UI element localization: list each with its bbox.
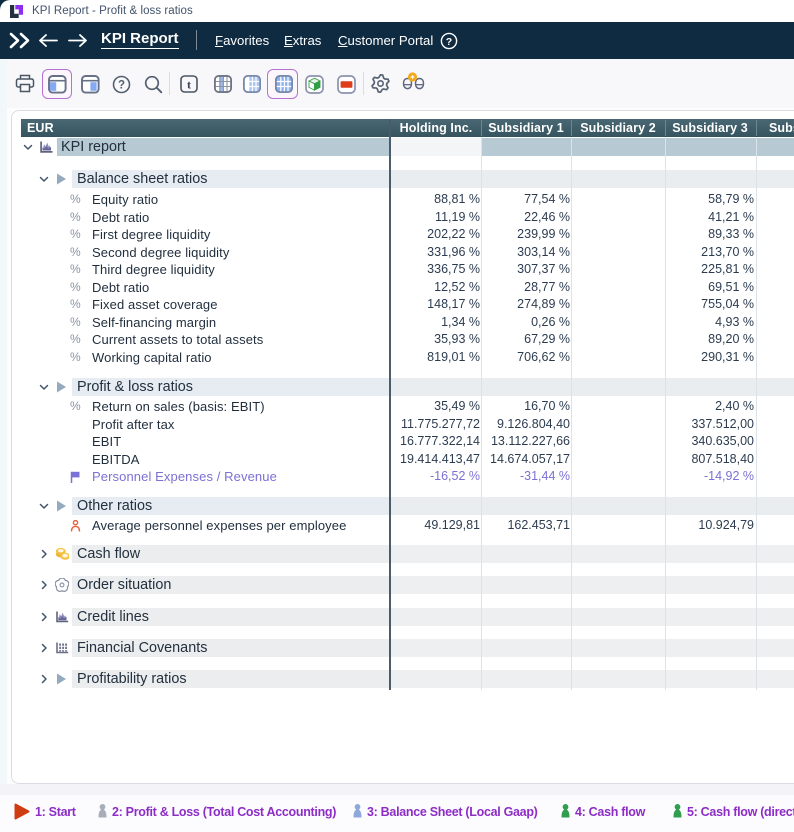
svg-text:t: t [187,77,191,91]
svg-text:?: ? [446,36,452,48]
svg-text:?: ? [118,79,125,91]
